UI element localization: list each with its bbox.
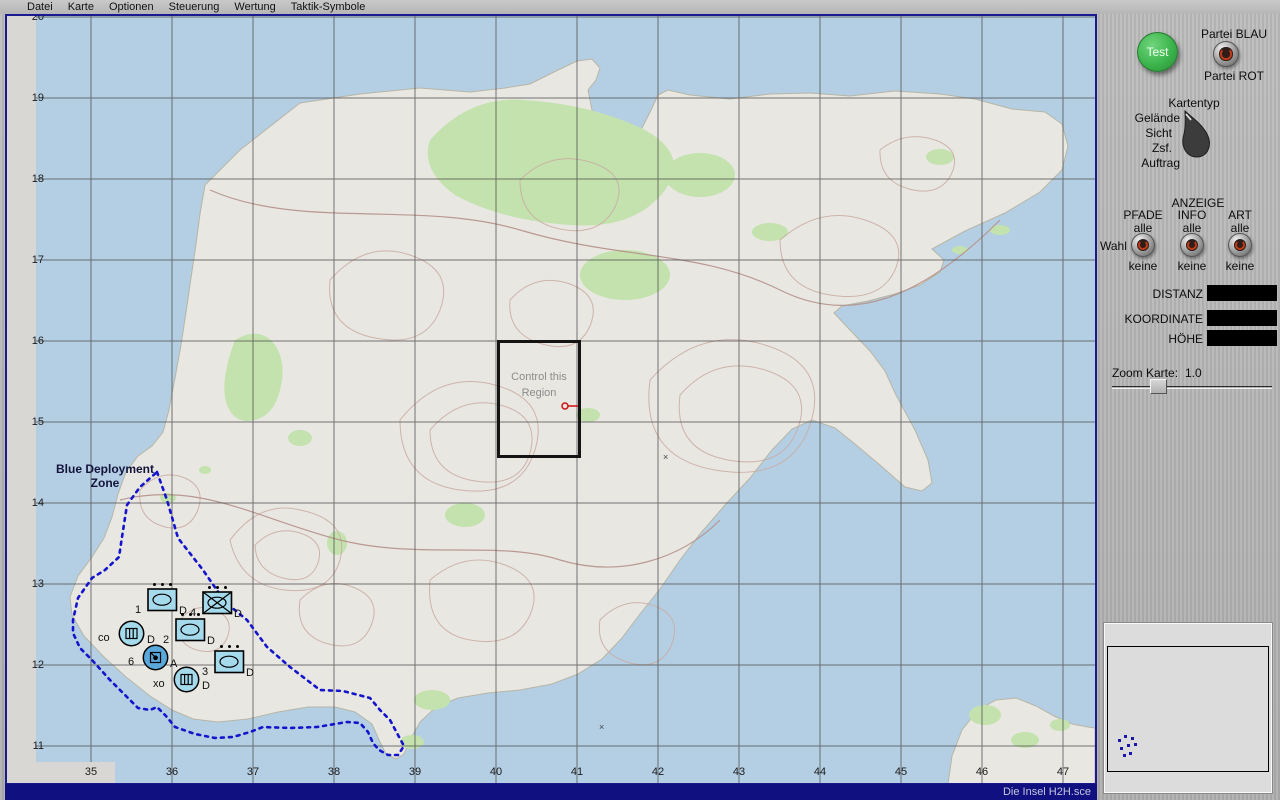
map-corner-margin: [7, 762, 115, 785]
minimap-unit-dot: [1131, 737, 1134, 740]
kartentyp-option-sicht[interactable]: Sicht: [1104, 126, 1172, 140]
minimap-unit-dot: [1124, 735, 1127, 738]
zoom-karte-label: Zoom Karte:: [1112, 366, 1178, 380]
info-keine-label: keine: [1168, 259, 1216, 273]
kartentyp-option-zsf[interactable]: Zsf.: [1104, 141, 1172, 155]
art-knob[interactable]: [1228, 233, 1252, 257]
unit-co-support[interactable]: co D: [118, 620, 145, 652]
zoom-slider-track[interactable]: [1112, 386, 1272, 389]
unit-id-label: 6: [128, 656, 134, 668]
info-column-label: INFO: [1168, 208, 1216, 222]
kartentyp-option-gelaende[interactable]: Gelände: [1104, 111, 1180, 125]
unit-xo-support[interactable]: xo D: [173, 666, 200, 698]
armor-unit-icon: [214, 650, 245, 674]
menu-item-datei[interactable]: Datei: [27, 1, 53, 13]
partei-blau-label: Partei BLAU: [1190, 27, 1278, 41]
partei-switch-knob[interactable]: [1213, 41, 1239, 67]
pfade-knob[interactable]: [1131, 233, 1155, 257]
unit-id-label: xo: [153, 678, 165, 690]
distanz-label: DISTANZ: [1099, 287, 1203, 301]
unit-4-mech-infantry[interactable]: 4 D: [202, 586, 233, 620]
unit-size-dots: [214, 645, 245, 648]
minimap-unit-dot: [1129, 752, 1132, 755]
minimap-unit-dot: [1134, 743, 1137, 746]
menu-item-taktik-symbole[interactable]: Taktik-Symbole: [291, 1, 366, 13]
koordinate-display: [1207, 310, 1277, 326]
unit-6-mortar[interactable]: 6 A: [142, 644, 169, 676]
unit-id-label: 3: [202, 666, 208, 678]
unit-id-label: co: [98, 632, 110, 644]
hoehe-label: HÖHE: [1099, 332, 1203, 346]
art-keine-label: keine: [1216, 259, 1264, 273]
armor-unit-icon: [147, 588, 178, 612]
distanz-display: [1207, 285, 1277, 301]
menu-item-karte[interactable]: Karte: [68, 1, 94, 13]
mech-infantry-unit-icon: [202, 591, 233, 615]
unit-suffix-label: D: [234, 608, 242, 620]
unit-3-armor[interactable]: 3 D: [214, 645, 245, 679]
test-button[interactable]: Test: [1137, 32, 1178, 72]
partei-rot-label: Partei ROT: [1190, 69, 1278, 83]
app-window: { "window": { "status_text": "Die Insel …: [0, 0, 1280, 800]
unit-size-dots: [147, 583, 178, 586]
zoom-slider-thumb[interactable]: [1150, 379, 1167, 394]
minimap-unit-dot: [1118, 739, 1121, 742]
wahl-label: Wahl: [1100, 239, 1130, 253]
armor-unit-icon: [175, 618, 206, 642]
unit-suffix-label: D: [202, 680, 210, 692]
menu-item-wertung[interactable]: Wertung: [234, 1, 275, 13]
support-unit-icon: [118, 620, 145, 647]
overview-minimap[interactable]: [1104, 623, 1272, 793]
minimap-unit-dot: [1123, 754, 1126, 757]
art-column-label: ART: [1216, 208, 1264, 222]
map-left-margin: [7, 16, 36, 771]
pfade-column-label: PFADE: [1119, 208, 1167, 222]
kartentyp-option-auftrag[interactable]: Auftrag: [1104, 156, 1180, 170]
unit-suffix-label: D: [246, 667, 254, 679]
unit-2-armor[interactable]: 2 D: [175, 613, 206, 647]
info-knob[interactable]: [1180, 233, 1204, 257]
hoehe-display: [1207, 330, 1277, 346]
unit-size-dots: [175, 613, 206, 616]
minimap-unit-dot: [1120, 747, 1123, 750]
unit-1-armor[interactable]: 1 D: [147, 583, 178, 617]
unit-size-dots: [202, 586, 233, 589]
mortar-unit-icon: [142, 644, 169, 671]
koordinate-label: KOORDINATE: [1099, 312, 1203, 326]
support-unit-icon: [173, 666, 200, 693]
scenario-name: Die Insel H2H.sce: [1003, 786, 1091, 798]
menu-item-optionen[interactable]: Optionen: [109, 1, 154, 13]
pfade-keine-label: keine: [1119, 259, 1167, 273]
kartentyp-lever-knob[interactable]: [1178, 107, 1222, 163]
minimap-unit-dot: [1127, 744, 1130, 747]
unit-id-label: 1: [135, 604, 141, 616]
menu-bar: Datei Karte Optionen Steuerung Wertung T…: [0, 0, 1280, 14]
menu-item-steuerung[interactable]: Steuerung: [169, 1, 220, 13]
zoom-karte-value: 1.0: [1185, 366, 1202, 380]
scenario-status-bar: Die Insel H2H.sce: [5, 784, 1097, 800]
